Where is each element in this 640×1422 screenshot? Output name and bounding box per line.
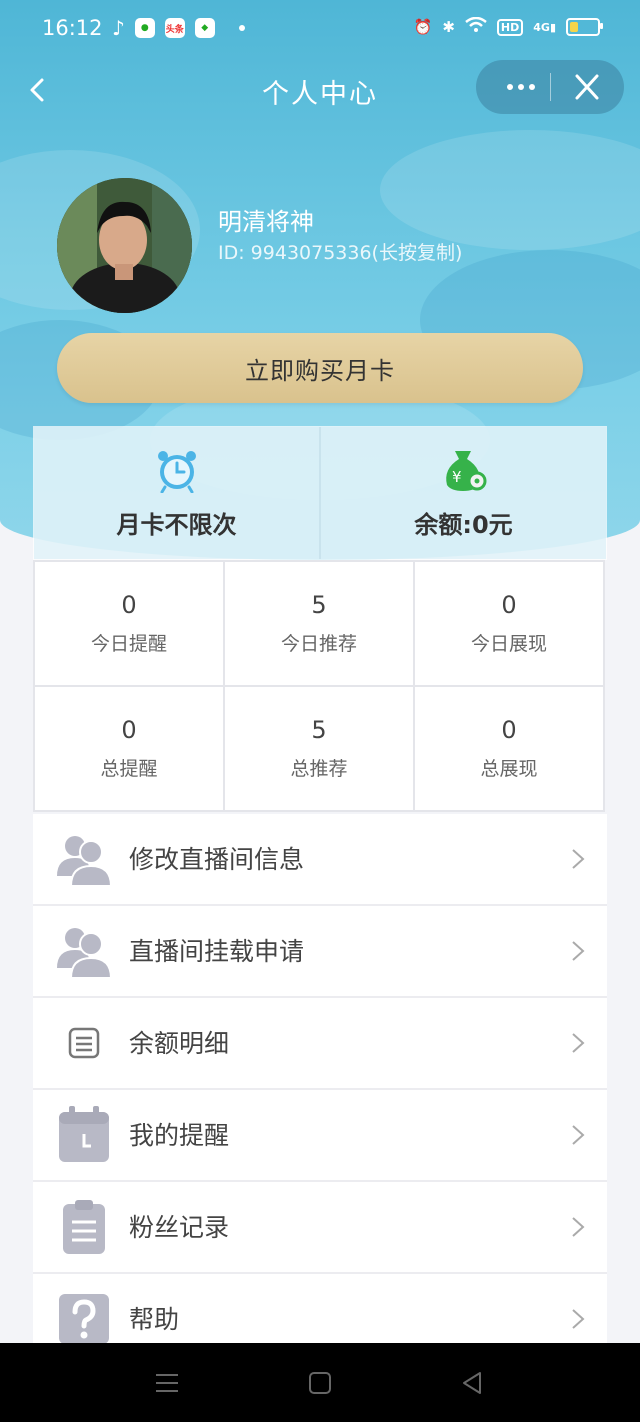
- stat-label: 总提醒: [100, 758, 158, 780]
- stat-today-impression: 0 今日展现: [415, 562, 603, 685]
- status-bar: 16:12 ♪ ● 头条 ◆ ⏰ ✱ HD 4G▮: [0, 0, 640, 60]
- buy-monthly-card-button[interactable]: 立即购买月卡: [57, 333, 583, 403]
- svg-text:¥: ¥: [452, 468, 462, 486]
- battery-icon: [566, 18, 603, 36]
- balance-card[interactable]: ¥ 余额:0元: [319, 427, 606, 559]
- stat-value: 0: [501, 591, 517, 619]
- clipboard-icon: [55, 1198, 113, 1256]
- chevron-right-icon: [571, 1216, 585, 1238]
- chevron-right-icon: [571, 848, 585, 870]
- stat-total-impression: 0 总展现: [415, 687, 603, 810]
- menu-item-my-reminders[interactable]: 我的提醒: [33, 1090, 607, 1182]
- menu-item-label: 粉丝记录: [129, 1213, 230, 1242]
- menu-item-label: 修改直播间信息: [129, 845, 305, 874]
- stat-today-reminder: 0 今日提醒: [35, 562, 223, 685]
- stats-grid: 0 今日提醒 5 今日推荐 0 今日展现 0 总提醒 5 总推荐 0 总展现: [33, 560, 605, 812]
- bluetooth-icon: ✱: [442, 18, 455, 36]
- stat-total-recommend: 5 总推荐: [225, 687, 413, 810]
- miniapp-capsule: [476, 60, 624, 114]
- document-icon: [55, 1014, 113, 1072]
- avatar[interactable]: [57, 178, 192, 313]
- help-icon: [55, 1290, 113, 1348]
- toutiao-icon: 头条: [164, 18, 185, 38]
- menu-item-label: 余额明细: [129, 1029, 230, 1058]
- notification-dot-icon: [238, 25, 245, 31]
- menu-item-mount-application[interactable]: 直播间挂载申请: [33, 906, 607, 998]
- more-dots-icon[interactable]: [496, 60, 546, 114]
- system-nav-bar: [0, 1343, 640, 1422]
- nav-bar: 个人中心: [0, 60, 640, 120]
- money-bag-icon: ¥: [439, 447, 489, 497]
- balance-label: 余额:0元: [414, 510, 513, 539]
- back-icon[interactable]: [458, 1369, 486, 1401]
- monthly-card-label: 月卡不限次: [116, 510, 237, 539]
- chevron-right-icon: [571, 1124, 585, 1146]
- menu-item-balance-details[interactable]: 余额明细: [33, 998, 607, 1090]
- tiktok-icon: ♪: [112, 16, 125, 40]
- stat-value: 0: [121, 716, 137, 744]
- stat-label: 今日展现: [470, 633, 547, 655]
- chevron-right-icon: [571, 940, 585, 962]
- stat-value: 5: [311, 716, 327, 744]
- menu-item-label: 直播间挂载申请: [129, 937, 305, 966]
- stat-value: 5: [311, 591, 327, 619]
- alarm-icon: ⏰: [413, 18, 433, 36]
- home-icon[interactable]: [306, 1369, 334, 1401]
- alarm-clock-icon: [154, 447, 200, 497]
- status-time: 16:12: [42, 16, 103, 40]
- chevron-right-icon: [571, 1032, 585, 1054]
- signal-icon: 4G▮: [533, 20, 556, 34]
- menu-item-edit-live-room[interactable]: 修改直播间信息: [33, 814, 607, 906]
- menu-list: 修改直播间信息 直播间挂载申请 余额明细 我的提醒 粉丝记录 帮助: [33, 814, 607, 1366]
- menu-item-label: 我的提醒: [129, 1121, 230, 1150]
- shield-icon: ◆: [194, 18, 215, 38]
- stat-total-reminder: 0 总提醒: [35, 687, 223, 810]
- user-name: 明清将神: [218, 208, 314, 236]
- monthly-card-status[interactable]: 月卡不限次: [34, 427, 319, 559]
- stat-label: 今日提醒: [90, 633, 167, 655]
- hd-icon: HD: [496, 18, 524, 36]
- signal-label: 4G: [533, 20, 550, 34]
- calendar-icon: [55, 1106, 113, 1164]
- users-icon: [55, 830, 113, 888]
- menu-item-fan-records[interactable]: 粉丝记录: [33, 1182, 607, 1274]
- menu-icon[interactable]: [150, 1369, 184, 1401]
- stat-label: 今日推荐: [280, 633, 357, 655]
- stat-label: 总推荐: [290, 758, 348, 780]
- app-notify-icon: ●: [134, 18, 155, 38]
- wifi-icon: [465, 16, 487, 37]
- summary-cards: 月卡不限次 ¥ 余额:0元: [33, 426, 607, 560]
- stat-value: 0: [501, 716, 517, 744]
- users-icon: [55, 922, 113, 980]
- stat-today-recommend: 5 今日推荐: [225, 562, 413, 685]
- close-icon[interactable]: [562, 60, 612, 114]
- menu-item-label: 帮助: [129, 1305, 180, 1334]
- stat-value: 0: [121, 591, 137, 619]
- user-id[interactable]: ID: 9943075336(长按复制): [218, 238, 462, 265]
- chevron-right-icon: [571, 1308, 585, 1330]
- stat-label: 总展现: [480, 758, 538, 780]
